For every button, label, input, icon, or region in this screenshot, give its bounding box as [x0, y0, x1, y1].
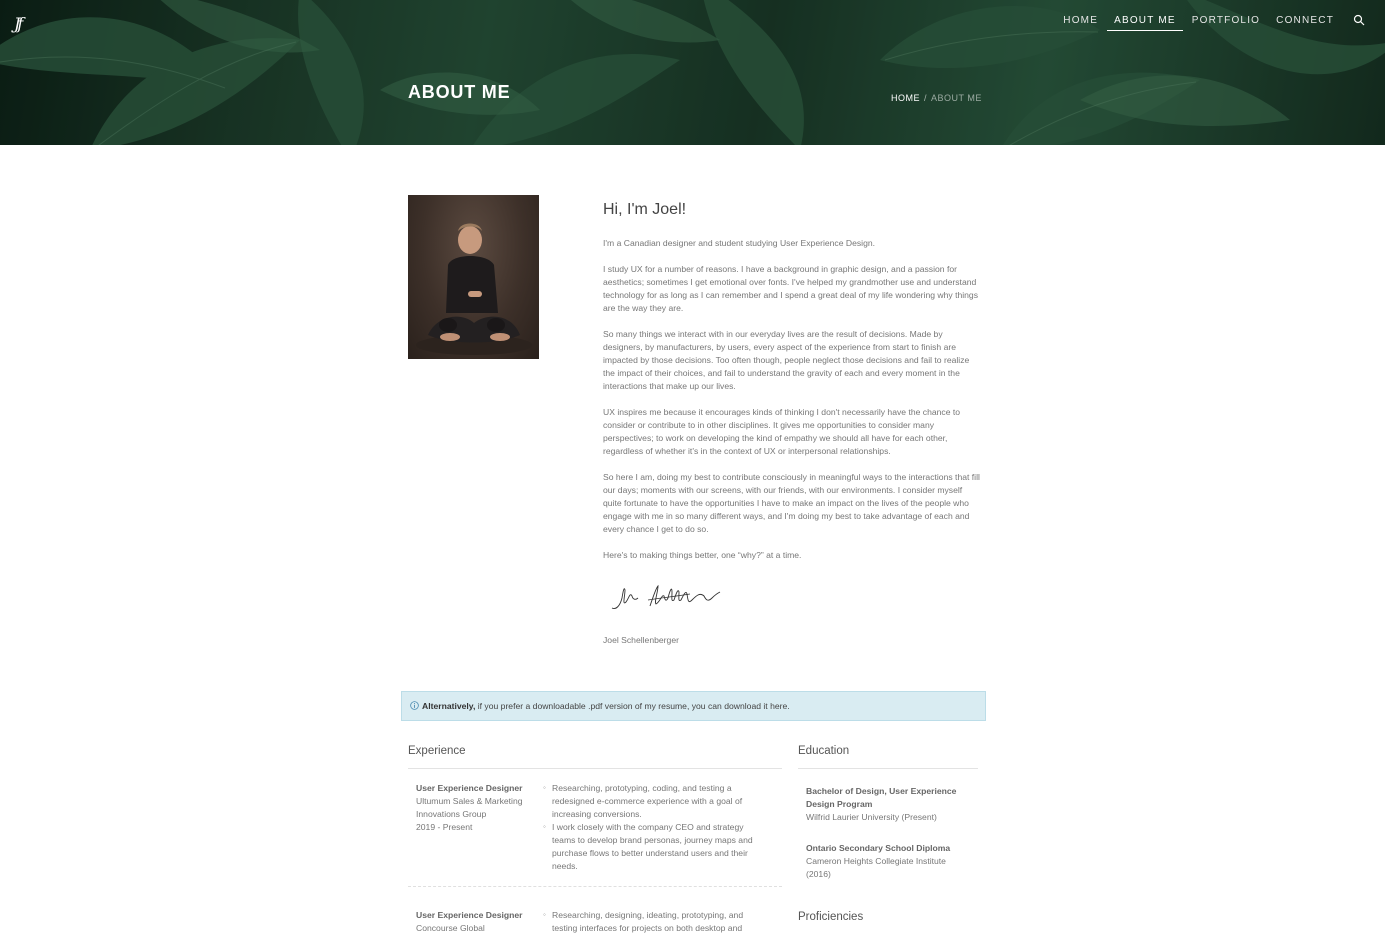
person-photo-image	[416, 223, 532, 355]
search-icon[interactable]	[1353, 14, 1365, 26]
info-icon	[410, 701, 419, 710]
job-bullets: Researching, designing, ideating, protot…	[543, 908, 768, 935]
job-entry: User Experience Designer Ultumum Sales &…	[416, 782, 536, 834]
divider	[798, 768, 978, 769]
intro-paragraph: I study UX for a number of reasons. I ha…	[603, 264, 978, 313]
breadcrumb-current: ABOUT ME	[931, 93, 982, 103]
intro-section: Hi, I'm Joel! I'm a Canadian designer an…	[603, 201, 981, 575]
hero-banner: Jf HOME ABOUT ME PORTFOLIO CONNECT ABOUT…	[0, 0, 1385, 145]
main-nav: HOME ABOUT ME PORTFOLIO CONNECT	[1056, 15, 1341, 31]
intro-paragraph: So many things we interact with in our e…	[603, 329, 970, 391]
list-item: Researching, prototyping, coding, and te…	[543, 781, 768, 821]
breadcrumb-separator: /	[924, 93, 928, 103]
intro-paragraph: Here's to making things better, one “why…	[603, 550, 802, 560]
divider	[408, 768, 782, 769]
list-item: Researching, designing, ideating, protot…	[543, 908, 768, 935]
intro-paragraph: UX inspires me because it encourages kin…	[603, 407, 961, 456]
education-title: Education	[798, 745, 850, 757]
job-company: Ultumum Sales & Marketing Innovations Gr…	[416, 796, 523, 819]
nav-portfolio[interactable]: PORTFOLIO	[1185, 15, 1267, 31]
page-title: ABOUT ME	[408, 82, 511, 102]
alert-bold: Alternatively,	[422, 701, 476, 711]
signature-name: Joel Schellenberger	[603, 635, 679, 645]
job-role: User Experience Designer	[416, 783, 523, 793]
job-dates: 2019 - Present	[416, 822, 473, 832]
nav-about-me[interactable]: ABOUT ME	[1107, 15, 1183, 31]
list-item: I work closely with the company CEO and …	[543, 820, 768, 873]
signature-image	[611, 584, 721, 609]
breadcrumb-home-link[interactable]: HOME	[891, 93, 920, 103]
nav-connect[interactable]: CONNECT	[1269, 15, 1341, 31]
profile-photo	[408, 195, 539, 359]
education-school: Wilfrid Laurier University (Present)	[806, 812, 937, 822]
breadcrumb: HOME / ABOUT ME	[891, 93, 982, 103]
intro-paragraph: I'm a Canadian designer and student stud…	[603, 238, 876, 248]
experience-title: Experience	[408, 745, 466, 757]
education-degree: Ontario Secondary School Diploma	[806, 843, 951, 853]
education-school: Cameron Heights Collegiate Institute (20…	[806, 856, 946, 879]
job-bullets: Researching, prototyping, coding, and te…	[543, 781, 768, 873]
divider	[408, 886, 782, 887]
alert-text: Alternatively, if you prefer a downloada…	[422, 692, 790, 720]
nav-home[interactable]: HOME	[1056, 15, 1105, 31]
job-entry: User Experience Designer Concourse Globa…	[416, 909, 536, 935]
resume-download-alert[interactable]: Alternatively, if you prefer a downloada…	[401, 691, 986, 721]
job-role: User Experience Designer	[416, 910, 523, 920]
education-degree: Bachelor of Design, User Experience Desi…	[806, 786, 957, 809]
job-company: Concourse Global	[416, 923, 485, 933]
site-logo[interactable]: Jf	[14, 14, 28, 34]
education-entry: Bachelor of Design, User Experience Desi…	[806, 785, 971, 824]
proficiencies-title: Proficiencies	[798, 911, 864, 923]
intro-paragraph: So here I am, doing my best to contribut…	[603, 472, 980, 534]
alert-body[interactable]: if you prefer a downloadable .pdf versio…	[475, 701, 790, 711]
intro-heading: Hi, I'm Joel!	[603, 201, 687, 218]
education-entry: Ontario Secondary School Diploma Cameron…	[806, 842, 971, 881]
